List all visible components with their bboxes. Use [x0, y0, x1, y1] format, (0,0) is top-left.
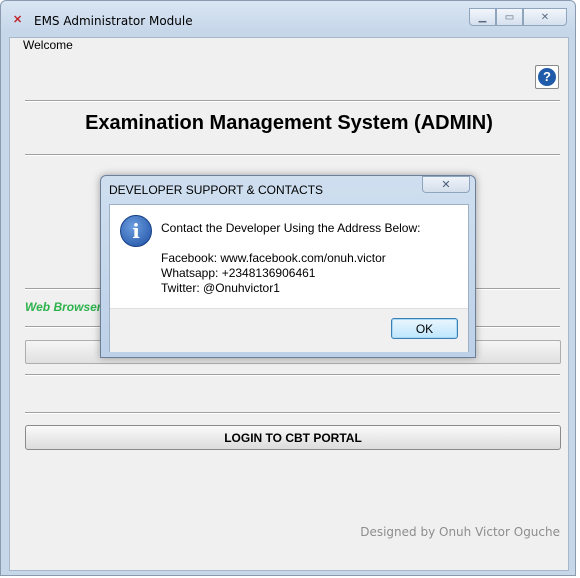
- message-line: Contact the Developer Using the Address …: [161, 221, 421, 235]
- maximize-icon: ▭: [504, 11, 515, 23]
- dialog-title: DEVELOPER SUPPORT & CONTACTS: [109, 183, 324, 197]
- dialog-body: i Contact the Developer Using the Addres…: [109, 204, 469, 352]
- message-line: Facebook: www.facebook.com/onuh.victor: [161, 251, 386, 265]
- dialog-footer: OK: [110, 308, 468, 352]
- help-icon: ?: [538, 68, 556, 86]
- divider: [25, 374, 560, 376]
- app-logo-icon: ✕: [13, 14, 23, 26]
- minimize-icon: ▁: [478, 11, 487, 23]
- message-line: Whatsapp: +2348136906461: [161, 266, 316, 280]
- developer-support-dialog: DEVELOPER SUPPORT & CONTACTS ✕ i Contact…: [100, 175, 476, 358]
- designer-credit: Designed by Onuh Victor Oguche: [360, 525, 560, 539]
- dialog-message: Contact the Developer Using the Address …: [161, 221, 420, 296]
- divider: [25, 154, 560, 156]
- maximize-button[interactable]: ▭: [496, 8, 523, 26]
- minimize-button[interactable]: ▁: [469, 8, 496, 26]
- divider: [25, 412, 560, 414]
- window-title: EMS Administrator Module: [34, 14, 193, 28]
- web-browser-label: Web Browser: [25, 300, 102, 314]
- close-icon: ✕: [540, 11, 550, 23]
- info-icon: i: [120, 215, 152, 247]
- divider: [25, 100, 560, 102]
- tab-welcome[interactable]: Welcome: [23, 38, 73, 52]
- close-icon: ✕: [441, 179, 451, 191]
- window-controls: ▁ ▭ ✕: [469, 8, 567, 26]
- page-title: Examination Management System (ADMIN): [85, 112, 493, 134]
- login-cbt-portal-button[interactable]: LOGIN TO CBT PORTAL: [25, 425, 561, 450]
- dialog-close-button[interactable]: ✕: [422, 176, 470, 193]
- ok-button[interactable]: OK: [391, 318, 458, 339]
- message-line: Twitter: @Onuhvictor1: [161, 281, 280, 295]
- help-button[interactable]: ?: [535, 65, 559, 89]
- close-button[interactable]: ✕: [523, 8, 567, 26]
- title-bar: ✕ EMS Administrator Module ▁ ▭ ✕: [1, 1, 575, 37]
